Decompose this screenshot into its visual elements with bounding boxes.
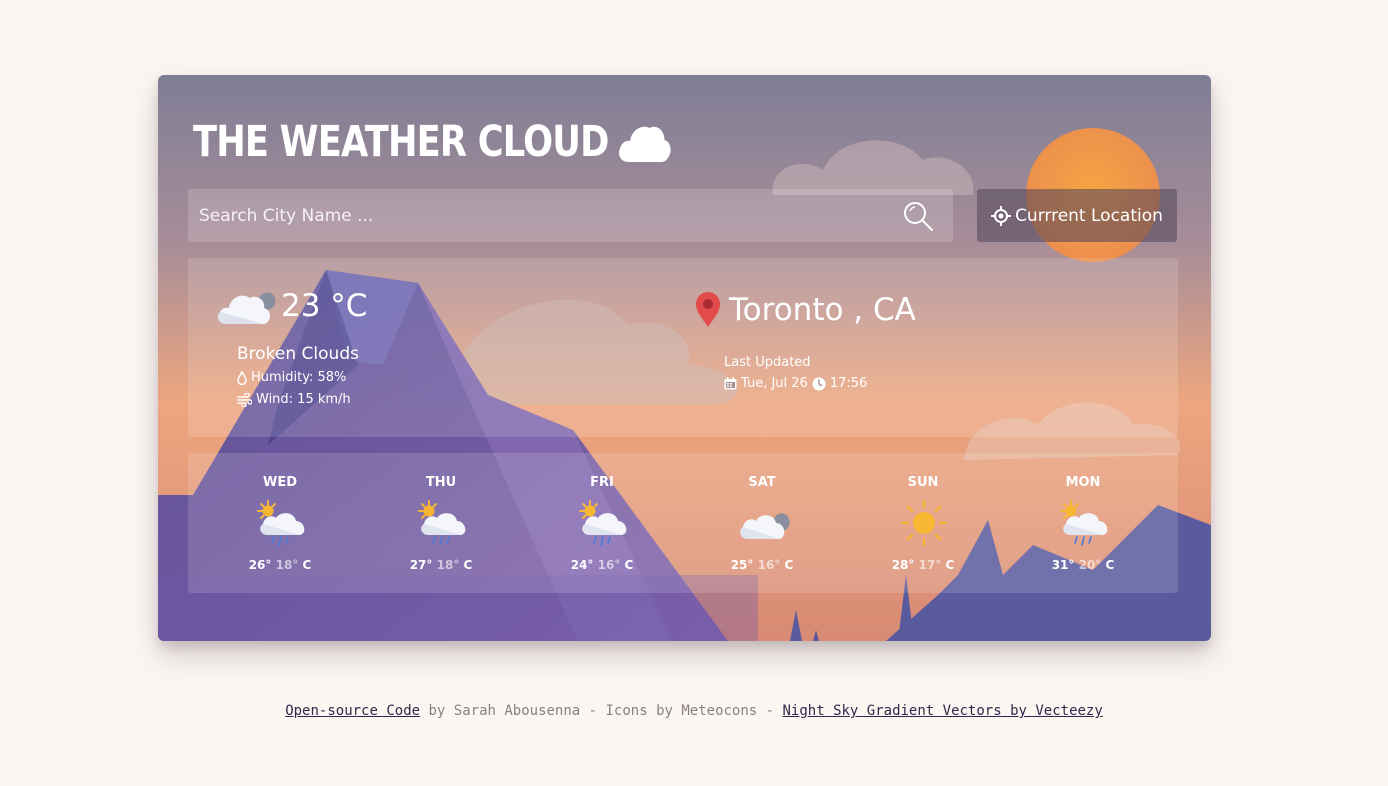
cloud-icon bbox=[618, 126, 671, 162]
partly-cloudy-night-icon bbox=[218, 292, 276, 324]
humidity-text: Humidity: 58% bbox=[251, 370, 347, 385]
sun-icon bbox=[900, 499, 948, 547]
forecast-day-name: WED bbox=[262, 475, 297, 490]
crosshair-icon bbox=[991, 205, 1012, 226]
forecast-unit: C bbox=[784, 558, 794, 572]
calendar-icon bbox=[724, 377, 737, 390]
forecast-unit: C bbox=[1105, 558, 1115, 572]
wind-row: Wind: 15 km/h bbox=[237, 392, 351, 407]
forecast-unit: C bbox=[624, 558, 634, 572]
search-input[interactable] bbox=[188, 189, 888, 242]
humidity-row: Humidity: 58% bbox=[237, 370, 346, 385]
forecast-day: SAT 25° 16° C bbox=[682, 453, 842, 593]
last-updated-row: Tue, Jul 26 17:56 bbox=[724, 376, 867, 391]
forecast-temps: 28° 17° C bbox=[843, 558, 1003, 572]
forecast-day-name: THU bbox=[425, 475, 457, 490]
last-updated-date: Tue, Jul 26 bbox=[741, 376, 808, 391]
footer: Open-source Code by Sarah Abousenna - Ic… bbox=[0, 703, 1388, 719]
forecast-high: 26° bbox=[248, 558, 272, 572]
current-weather-panel: 23 °C Broken Clouds Humidity: 58% Wind: … bbox=[188, 258, 1178, 437]
current-temperature: 23 °C bbox=[281, 288, 368, 324]
sun-cloud-rain-icon bbox=[1060, 500, 1108, 546]
forecast-day: FRI 24° 16° C bbox=[522, 453, 682, 593]
forecast-temps: 24° 16° C bbox=[522, 558, 682, 572]
forecast-high: 28° bbox=[891, 558, 915, 572]
forecast-low: 16° bbox=[757, 558, 781, 572]
forecast-day: SUN 28° 17° C bbox=[843, 453, 1003, 593]
last-updated-time: 17:56 bbox=[829, 376, 868, 391]
current-location-label: Currrent Location bbox=[1015, 205, 1163, 226]
current-location-button[interactable]: Currrent Location bbox=[977, 189, 1177, 242]
search-icon[interactable] bbox=[902, 200, 934, 232]
forecast-low: 17° bbox=[918, 558, 942, 572]
forecast-unit: C bbox=[302, 558, 312, 572]
forecast-high: 31° bbox=[1051, 558, 1075, 572]
app-title-text: THE WEATHER CLOUD bbox=[193, 117, 609, 167]
weather-card: THE WEATHER CLOUD Currrent Location bbox=[158, 75, 1211, 641]
forecast-temps: 25° 16° C bbox=[682, 558, 842, 572]
forecast-low: 18° bbox=[436, 558, 460, 572]
clock-icon bbox=[812, 377, 826, 390]
forecast-day: MON 31° 20° C bbox=[1003, 453, 1163, 593]
forecast-unit: C bbox=[945, 558, 955, 572]
forecast-day: WED 26° 18° C bbox=[200, 453, 360, 593]
forecast-day: THU 27° 18° C bbox=[361, 453, 521, 593]
sun-cloud-rain-icon bbox=[579, 500, 627, 546]
forecast-high: 27° bbox=[409, 558, 433, 572]
sun-cloud-rain-icon bbox=[418, 500, 466, 546]
forecast-unit: C bbox=[463, 558, 473, 572]
forecast-low: 16° bbox=[597, 558, 621, 572]
search-bar bbox=[188, 189, 953, 242]
forecast-high: 25° bbox=[730, 558, 754, 572]
vecteezy-link[interactable]: Night Sky Gradient Vectors by Vecteezy bbox=[783, 703, 1103, 719]
forecast-day-name: SAT bbox=[748, 475, 776, 490]
forecast-low: 18° bbox=[275, 558, 299, 572]
weather-description: Broken Clouds bbox=[237, 344, 359, 364]
forecast-day-name: MON bbox=[1065, 475, 1101, 490]
forecast-high: 24° bbox=[570, 558, 594, 572]
forecast-panel: WED 26° 18° C THU 27° 18° C FRI 24° 16° … bbox=[188, 453, 1178, 593]
forecast-day-name: FRI bbox=[590, 475, 614, 490]
forecast-temps: 31° 20° C bbox=[1003, 558, 1163, 572]
footer-credits: by Sarah Abousenna - Icons by Meteocons … bbox=[420, 703, 783, 719]
droplet-icon bbox=[237, 370, 247, 385]
forecast-day-name: SUN bbox=[907, 475, 939, 490]
source-code-link[interactable]: Open-source Code bbox=[285, 703, 420, 719]
last-updated-label: Last Updated bbox=[724, 355, 811, 370]
city-name: Toronto , CA bbox=[729, 292, 916, 328]
forecast-temps: 26° 18° C bbox=[200, 558, 360, 572]
map-pin-icon bbox=[696, 292, 720, 327]
cloudy-icon bbox=[740, 513, 790, 539]
sun-cloud-rain-icon bbox=[257, 500, 305, 546]
forecast-low: 20° bbox=[1078, 558, 1102, 572]
wind-text: Wind: 15 km/h bbox=[256, 392, 351, 407]
app-title: THE WEATHER CLOUD bbox=[193, 117, 673, 167]
wind-icon bbox=[237, 392, 252, 407]
forecast-temps: 27° 18° C bbox=[361, 558, 521, 572]
